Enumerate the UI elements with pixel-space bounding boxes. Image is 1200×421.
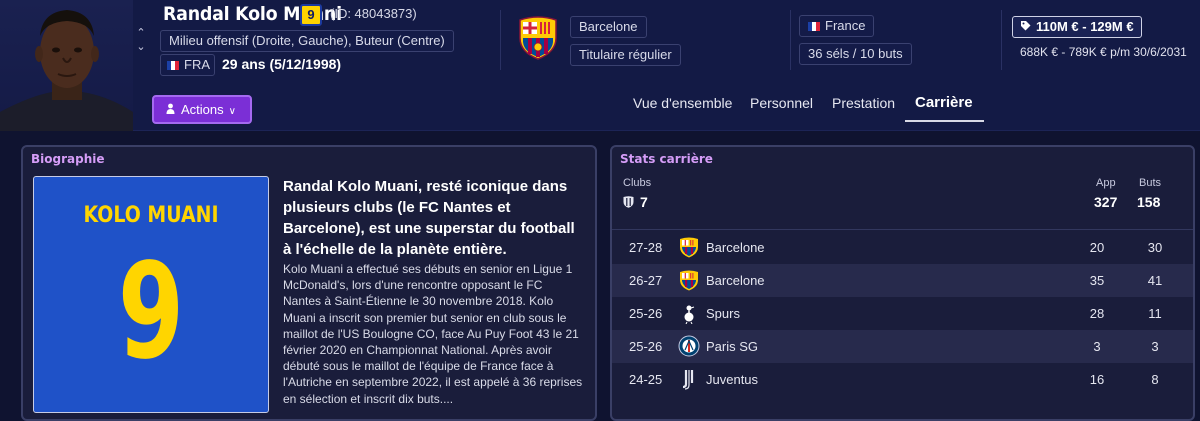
goals: 30 xyxy=(1147,240,1163,255)
position-text: Milieu offensif (Droite, Gauche), Buteur… xyxy=(169,33,445,48)
header-divider xyxy=(790,10,791,70)
player-id: (ID: 48043873) xyxy=(330,6,417,21)
psg-crest-icon xyxy=(678,335,700,357)
clubs-count-wrap: 7 xyxy=(623,194,648,211)
table-row[interactable]: 25-26 Paris SG 3 3 xyxy=(612,330,1193,363)
transfer-value: 110M € - 129M € xyxy=(1036,19,1134,34)
tab-overview[interactable]: Vue d'ensemble xyxy=(633,95,732,111)
club-name[interactable]: Barcelone xyxy=(706,273,765,288)
shield-icon xyxy=(623,195,634,211)
player-age: 29 ans (5/12/1998) xyxy=(222,56,342,72)
barcelona-crest-icon xyxy=(678,269,700,291)
juventus-crest-icon xyxy=(678,368,700,390)
appearances: 3 xyxy=(1093,339,1101,354)
nationality-chip[interactable]: FRA xyxy=(160,54,215,76)
club-name[interactable]: Paris SG xyxy=(706,339,758,354)
actions-button[interactable]: Actions ∨ xyxy=(152,95,252,124)
biography-title: Biographie xyxy=(31,152,105,166)
season: 25-26 xyxy=(629,306,663,321)
apps-label: App xyxy=(1096,177,1116,189)
club-name[interactable]: Juventus xyxy=(706,372,758,387)
club-name[interactable]: Spurs xyxy=(706,306,740,321)
position-chip: Milieu offensif (Droite, Gauche), Buteur… xyxy=(160,30,454,52)
club-name[interactable]: Barcelone xyxy=(706,240,765,255)
actions-label: Actions xyxy=(181,102,224,117)
wage-contract: 688K € - 789K € p/m 30/6/2031 xyxy=(1020,45,1187,59)
goals: 11 xyxy=(1148,306,1162,321)
price-tag-icon xyxy=(1020,17,1031,37)
international-caps-chip: 36 séls / 10 buts xyxy=(799,43,912,65)
player-header: ⌃ ⌄ Randal Kolo Muani 9 (ID: 48043873) M… xyxy=(0,0,1200,131)
apps-total: 327 xyxy=(1094,194,1118,210)
next-player-icon[interactable]: ⌄ xyxy=(134,40,148,54)
season: 24-25 xyxy=(629,372,663,387)
appearances: 35 xyxy=(1089,273,1105,288)
goals: 41 xyxy=(1147,273,1163,288)
player-avatar xyxy=(0,0,133,131)
goals: 8 xyxy=(1151,372,1159,387)
stats-separator xyxy=(612,229,1193,230)
career-stats-title: Stats carrière xyxy=(620,152,713,166)
squad-status-chip: Titulaire régulier xyxy=(570,44,681,66)
transfer-value-chip[interactable]: 110M € - 129M € xyxy=(1012,16,1142,38)
player-nav-arrows: ⌃ ⌄ xyxy=(134,26,148,54)
tab-personal[interactable]: Personnel xyxy=(750,95,813,111)
squad-status: Titulaire régulier xyxy=(579,47,672,62)
biography-headline: Randal Kolo Muani, resté iconique dans p… xyxy=(283,178,575,258)
season: 26-27 xyxy=(629,273,663,288)
goals: 3 xyxy=(1151,339,1159,354)
season: 25-26 xyxy=(629,339,663,354)
biography-panel: Biographie KOLO MUANI 9 Randal Kolo Muan… xyxy=(21,145,597,421)
table-row[interactable]: 24-25 Juventus 16 8 xyxy=(612,363,1193,396)
national-team-chip[interactable]: France xyxy=(799,15,875,37)
active-tab-underline xyxy=(905,120,984,122)
career-stats-panel: Stats carrière Clubs 7 App 327 Buts 158 … xyxy=(610,145,1195,421)
clubs-count: 7 xyxy=(640,194,648,210)
appearances: 28 xyxy=(1089,306,1105,321)
appearances: 20 xyxy=(1089,240,1105,255)
appearances: 16 xyxy=(1089,372,1105,387)
chevron-down-icon: ∨ xyxy=(228,106,236,117)
goals-total: 158 xyxy=(1137,194,1161,210)
table-row[interactable]: 25-26 Spurs 28 11 xyxy=(612,297,1193,330)
tab-career[interactable]: Carrière xyxy=(915,94,973,111)
table-row[interactable]: 26-27 Barcelone 35 41 xyxy=(612,264,1193,297)
club-name-chip[interactable]: Barcelone xyxy=(570,16,647,38)
club-name: Barcelone xyxy=(579,19,638,34)
national-team-name: France xyxy=(825,18,866,33)
france-flag-icon xyxy=(808,22,820,31)
nationality-code: FRA xyxy=(184,57,210,72)
table-row[interactable]: 27-28 Barcelone 20 30 xyxy=(612,231,1193,264)
spurs-crest-icon xyxy=(678,302,700,325)
tab-performance[interactable]: Prestation xyxy=(832,95,895,111)
goals-label: Buts xyxy=(1139,177,1162,189)
season: 27-28 xyxy=(629,240,663,255)
biography-body: Kolo Muani a effectué ses débuts en seni… xyxy=(283,262,583,406)
jersey-number: 9 xyxy=(117,235,185,389)
barcelona-crest-icon xyxy=(678,236,700,258)
jersey-graphic: KOLO MUANI 9 xyxy=(33,176,269,413)
international-caps: 36 séls / 10 buts xyxy=(808,46,903,61)
france-flag-icon xyxy=(167,61,179,70)
jersey-name: KOLO MUANI xyxy=(83,203,219,228)
header-divider xyxy=(500,10,501,70)
shirt-number-badge: 9 xyxy=(300,4,322,26)
previous-player-icon[interactable]: ⌃ xyxy=(134,26,148,40)
person-icon xyxy=(166,97,175,122)
clubs-label: Clubs xyxy=(623,177,652,189)
fc-barcelona-crest-icon[interactable] xyxy=(518,16,558,65)
header-divider xyxy=(1001,10,1002,70)
